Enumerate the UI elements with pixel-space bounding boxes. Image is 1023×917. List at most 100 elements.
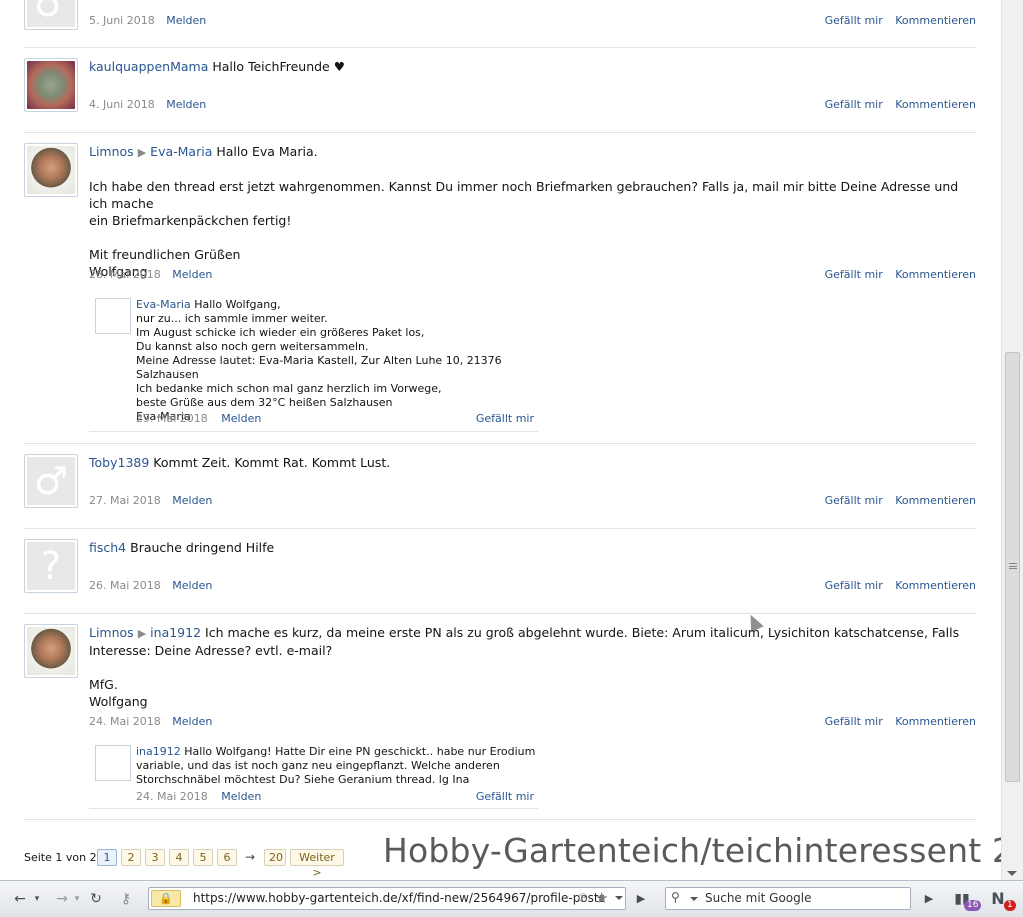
post-date: 24. Mai 2018 bbox=[89, 715, 161, 728]
avatar[interactable]: ♂ bbox=[24, 0, 78, 30]
profile-post: ♂ Toby1389 Kommt Zeit. Kommt Rat. Kommt … bbox=[24, 454, 976, 529]
post-message-line: ein Briefmarkenpäckchen fertig! bbox=[89, 213, 292, 228]
back-icon[interactable]: ← bbox=[10, 890, 30, 908]
like-link[interactable]: Gefällt mir bbox=[825, 494, 883, 507]
back-history-dropdown-icon[interactable]: ▾ bbox=[31, 890, 43, 908]
comment-link[interactable]: Kommentieren bbox=[895, 98, 976, 111]
report-link[interactable]: Melden bbox=[166, 14, 206, 27]
comment-line: variable, und das ist noch ganz neu eing… bbox=[136, 759, 500, 772]
like-link[interactable]: Gefällt mir bbox=[825, 98, 883, 111]
target-link[interactable]: ina1912 bbox=[150, 625, 201, 640]
post-body: fisch4 Brauche dringend Hilfe bbox=[89, 539, 976, 556]
rss-icon[interactable]: ℗ bbox=[577, 891, 589, 905]
target-link[interactable]: Eva-Maria bbox=[150, 144, 212, 159]
search-engine-dropdown-icon[interactable] bbox=[690, 897, 698, 901]
reload-icon[interactable]: ↻ bbox=[86, 890, 106, 908]
comment-report-link[interactable]: Melden bbox=[221, 412, 261, 425]
like-link[interactable]: Gefällt mir bbox=[825, 268, 883, 281]
page-link-6[interactable]: 6 bbox=[217, 849, 237, 866]
comment-report-link[interactable]: Melden bbox=[221, 790, 261, 803]
search-input[interactable]: Suche mit Google bbox=[705, 891, 811, 905]
post-date: 26. Mai 2018 bbox=[89, 579, 161, 592]
post-meta: 24. Mai 2018 Melden Gefällt mir Kommenti… bbox=[89, 715, 976, 728]
comment-line: Storchschnäbel möchtest Du? Siehe Gerani… bbox=[136, 773, 470, 786]
search-bar[interactable]: ⚲ Suche mit Google bbox=[665, 887, 911, 910]
comment-line: Hallo Wolfgang, bbox=[194, 298, 281, 311]
page-link-4[interactable]: 4 bbox=[169, 849, 189, 866]
scrollbar-thumb[interactable] bbox=[1005, 352, 1020, 782]
page-viewport: ♂ 5. Juni 2018 Melden Gefällt mir Kommen… bbox=[0, 0, 1001, 880]
male-placeholder-icon: ♂ bbox=[33, 0, 69, 25]
post-meta: 5. Juni 2018 Melden Gefällt mir Kommenti… bbox=[89, 14, 976, 27]
profile-post: Limnos ▶ ina1912 Ich mache es kurz, da mei… bbox=[24, 624, 976, 820]
like-link[interactable]: Gefällt mir bbox=[825, 579, 883, 592]
forward-icon[interactable]: → bbox=[52, 890, 72, 908]
avatar[interactable] bbox=[24, 624, 78, 678]
page-link-5[interactable]: 5 bbox=[193, 849, 213, 866]
author-link[interactable]: fisch4 bbox=[89, 540, 126, 555]
bookmark-star-icon[interactable]: ★ bbox=[595, 889, 608, 907]
comment-link[interactable]: Kommentieren bbox=[895, 715, 976, 728]
comment-link[interactable]: Kommentieren bbox=[895, 14, 976, 27]
page-link-last[interactable]: 20 bbox=[264, 849, 286, 866]
comment-link[interactable]: Kommentieren bbox=[895, 579, 976, 592]
report-link[interactable]: Melden bbox=[172, 579, 212, 592]
notification-badge: 1 bbox=[1004, 900, 1016, 911]
author-link[interactable]: Limnos bbox=[89, 144, 134, 159]
key-icon[interactable]: ⚷ bbox=[115, 890, 137, 908]
avatar[interactable]: ♂ bbox=[24, 454, 78, 508]
page-link-2[interactable]: 2 bbox=[121, 849, 141, 866]
male-placeholder-icon: ♂ bbox=[33, 459, 69, 503]
like-link[interactable]: Gefällt mir bbox=[825, 14, 883, 27]
next-page-button[interactable]: Weiter > bbox=[290, 849, 344, 879]
post-date: 5. Juni 2018 bbox=[89, 14, 155, 27]
comment-meta: 24. Mai 2018 Melden Gefällt mir bbox=[136, 790, 538, 804]
post-body: Limnos ▶ ina1912 Ich mache es kurz, da mei… bbox=[89, 624, 976, 710]
author-link[interactable]: Limnos bbox=[89, 625, 134, 640]
comment-author-link[interactable]: ina1912 bbox=[136, 745, 181, 758]
search-icon: ⚲ bbox=[671, 890, 680, 904]
browser-toolbar: ← ▾ → ▾ ↻ ⚷ 🔒 https://www.hobby-gartente… bbox=[0, 880, 1023, 917]
unknown-gender-icon: ? bbox=[40, 544, 62, 588]
scroll-down-icon[interactable] bbox=[1007, 871, 1017, 876]
profile-post: ♂ 5. Juni 2018 Melden Gefällt mir Kommen… bbox=[24, 0, 976, 48]
comment-like-link[interactable]: Gefällt mir bbox=[476, 790, 534, 804]
comment-avatar[interactable] bbox=[95, 298, 131, 334]
avatar[interactable]: ? bbox=[24, 539, 78, 593]
comment-link[interactable]: Kommentieren bbox=[895, 494, 976, 507]
url-dropdown-icon[interactable] bbox=[615, 896, 623, 900]
page-link-1[interactable]: 1 bbox=[97, 849, 117, 866]
avatar[interactable] bbox=[24, 143, 78, 197]
comment-line: nur zu... ich sammle immer weiter. bbox=[136, 312, 328, 325]
report-link[interactable]: Melden bbox=[172, 494, 212, 507]
vertical-scrollbar[interactable] bbox=[1001, 0, 1023, 880]
comment-line: Ich bedanke mich schon mal ganz herzlich… bbox=[136, 382, 442, 395]
grip-icon bbox=[1009, 563, 1017, 569]
comment-link[interactable]: Kommentieren bbox=[895, 268, 976, 281]
forward-history-dropdown-icon[interactable]: ▾ bbox=[71, 890, 83, 908]
downloads-badge: 16 bbox=[964, 900, 982, 911]
author-link[interactable]: Toby1389 bbox=[89, 455, 149, 470]
post-message: Hallo TeichFreunde ♥ bbox=[212, 59, 345, 74]
comment-line: Meine Adresse lautet: Eva-Maria Kastell,… bbox=[136, 354, 502, 381]
avatar[interactable] bbox=[24, 58, 78, 112]
author-link[interactable]: kaulquappenMama bbox=[89, 59, 208, 74]
report-link[interactable]: Melden bbox=[166, 98, 206, 111]
page-link-3[interactable]: 3 bbox=[145, 849, 165, 866]
comment: Eva-Maria Hallo Wolfgang, nur zu... ich … bbox=[89, 292, 538, 432]
post-date: 27. Mai 2018 bbox=[89, 494, 161, 507]
like-link[interactable]: Gefällt mir bbox=[825, 715, 883, 728]
report-link[interactable]: Melden bbox=[172, 268, 212, 281]
comment-like-link[interactable]: Gefällt mir bbox=[476, 412, 534, 426]
address-bar[interactable]: 🔒 https://www.hobby-gartenteich.de/xf/fi… bbox=[148, 887, 626, 910]
go-arrow-icon[interactable]: ▶ bbox=[634, 890, 648, 908]
search-go-icon[interactable]: ▶ bbox=[922, 890, 936, 908]
lock-icon[interactable]: 🔒 bbox=[151, 890, 181, 907]
report-link[interactable]: Melden bbox=[172, 715, 212, 728]
comment-avatar[interactable] bbox=[95, 745, 131, 781]
comment-text: Eva-Maria Hallo Wolfgang, nur zu... ich … bbox=[136, 298, 538, 424]
page-skip-icon[interactable]: → bbox=[245, 850, 255, 864]
url-text[interactable]: https://www.hobby-gartenteich.de/xf/find… bbox=[193, 891, 605, 905]
comment-author-link[interactable]: Eva-Maria bbox=[136, 298, 191, 311]
post-body: kaulquappenMama Hallo TeichFreunde ♥ bbox=[89, 58, 976, 75]
